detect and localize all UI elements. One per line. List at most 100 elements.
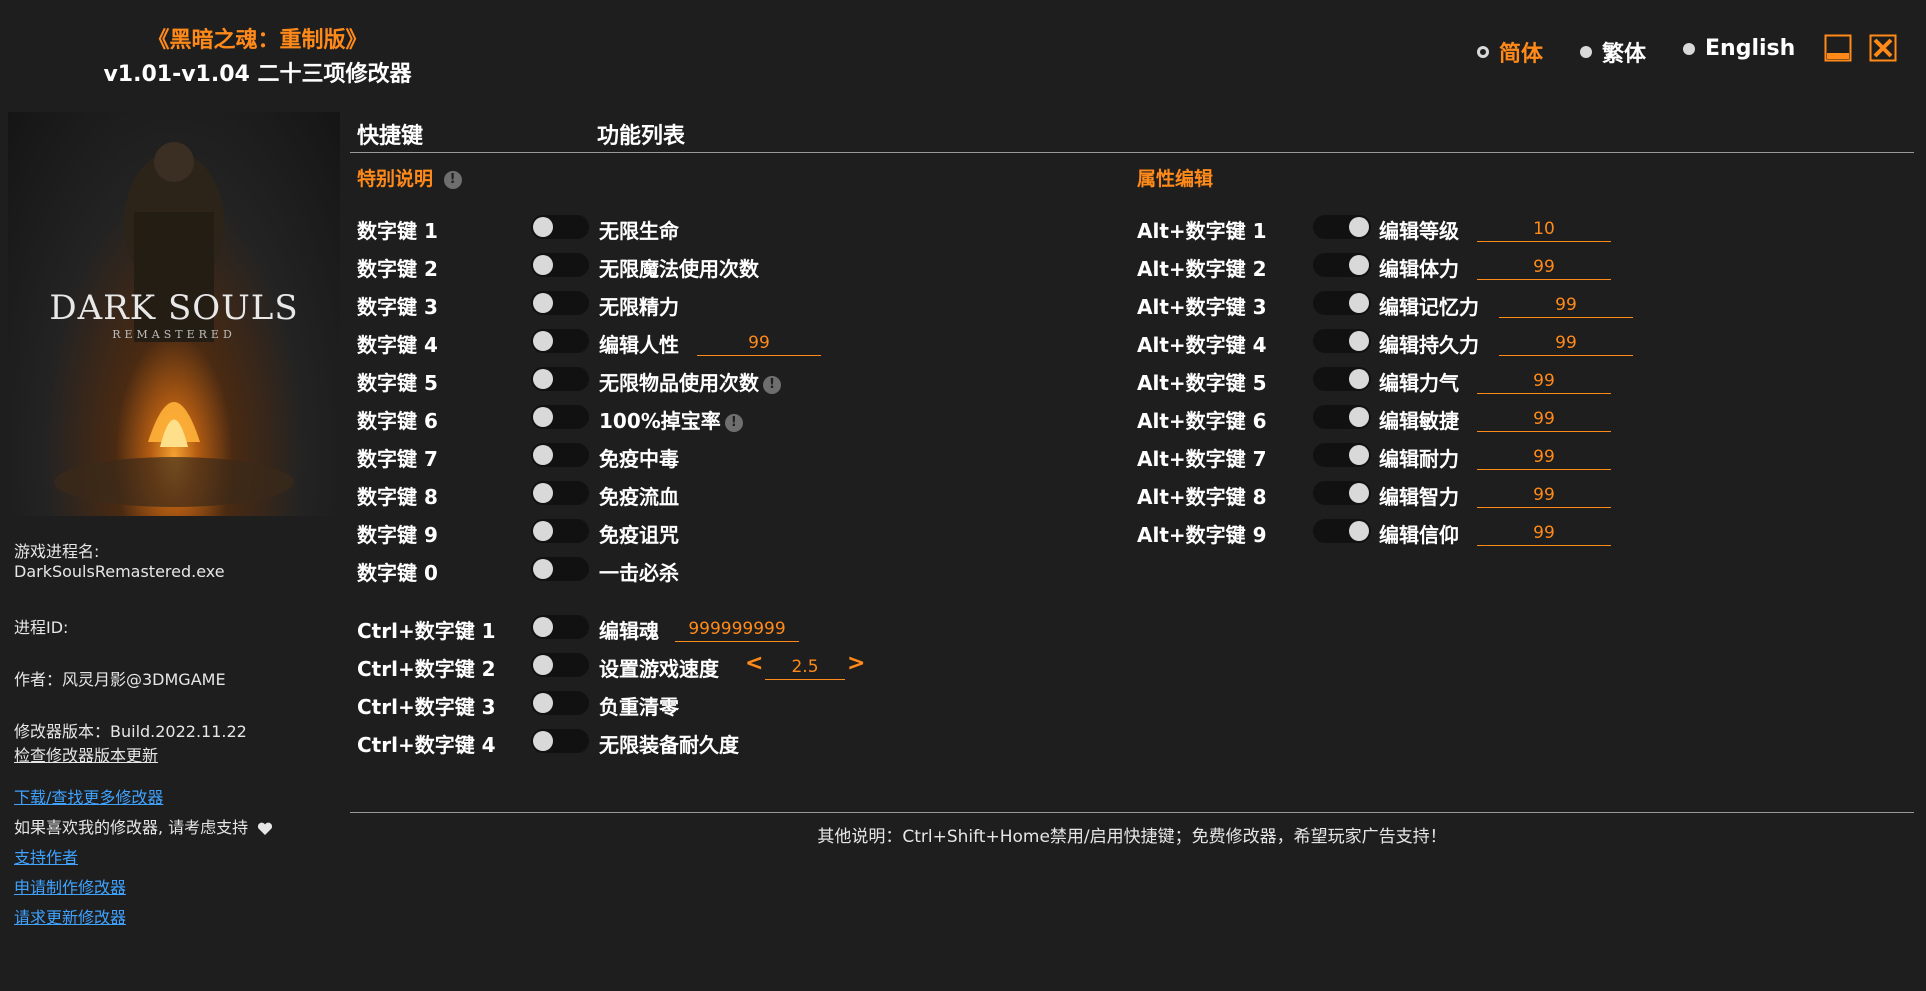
toggle-knob (533, 445, 553, 465)
increase-arrow-icon[interactable]: > (847, 651, 865, 676)
cheat-toggle[interactable] (531, 291, 589, 315)
toggle-knob (1349, 483, 1369, 503)
heart-icon (258, 822, 273, 835)
cheat-toggle[interactable] (531, 481, 589, 505)
value-input[interactable]: 99 (1477, 407, 1611, 432)
support-author-link[interactable]: 支持作者 (14, 844, 78, 868)
value-input[interactable]: 999999999 (675, 617, 799, 642)
value-input[interactable]: 99 (1477, 255, 1611, 280)
cheat-toggle[interactable] (531, 557, 589, 581)
info-icon[interactable]: ! (724, 413, 743, 432)
decrease-arrow-icon[interactable]: < (745, 651, 763, 676)
request-update-link[interactable]: 请求更新修改器 (14, 904, 126, 928)
toggle-knob (1349, 521, 1369, 541)
toggle-knob (533, 369, 553, 389)
process-value: DarkSoulsRemastered.exe (14, 562, 225, 581)
cheat-toggle[interactable] (531, 253, 589, 277)
cheat-label: 无限物品使用次数 (599, 371, 759, 395)
cheat-toggle[interactable] (531, 443, 589, 467)
hotkey-label: 数字键 6 (357, 409, 438, 433)
value-input[interactable]: 99 (1499, 331, 1633, 356)
toggle-knob (533, 731, 553, 751)
info-icon[interactable]: ! (443, 170, 462, 189)
value-input[interactable]: 99 (1477, 483, 1611, 508)
lang-label: 简体 (1499, 42, 1544, 67)
attr-toggle[interactable] (1313, 519, 1371, 543)
cheat-label: 无限魔法使用次数 (599, 257, 759, 281)
toggle-knob (533, 617, 553, 637)
cheat-toggle[interactable] (531, 729, 589, 753)
hotkey-label: Alt+数字键 2 (1137, 257, 1267, 281)
cheat-label: 编辑魂 (599, 619, 659, 643)
app-subtitle: v1.01-v1.04 二十三项修改器 (103, 62, 412, 87)
attr-toggle[interactable] (1313, 291, 1371, 315)
lang-simplified[interactable]: 简体 (1477, 36, 1543, 68)
check-update-link[interactable]: 检查修改器版本更新 (14, 742, 158, 766)
hotkey-label: 数字键 5 (357, 371, 438, 395)
cheat-label: 无限装备耐久度 (599, 733, 739, 757)
cheat-toggle[interactable] (531, 519, 589, 543)
hotkey-label: Ctrl+数字键 3 (357, 695, 496, 719)
value-input[interactable]: 99 (1477, 445, 1611, 470)
close-button[interactable] (1869, 34, 1897, 62)
cheat-toggle[interactable] (531, 615, 589, 639)
lang-english[interactable]: English (1683, 36, 1795, 61)
hotkey-label: Alt+数字键 6 (1137, 409, 1267, 433)
value-input[interactable]: 99 (1499, 293, 1633, 318)
download-more-link[interactable]: 下载/查找更多修改器 (14, 784, 163, 808)
toggle-knob (1349, 255, 1369, 275)
attr-toggle[interactable] (1313, 253, 1371, 277)
toggle-knob (533, 407, 553, 427)
cheat-toggle[interactable] (531, 653, 589, 677)
cheat-label: 编辑人性 (599, 333, 679, 357)
footer-divider (350, 812, 1914, 813)
cheat-toggle[interactable] (531, 691, 589, 715)
toggle-knob (1349, 293, 1369, 313)
info-icon[interactable]: ! (763, 375, 781, 394)
hotkey-label: Alt+数字键 7 (1137, 447, 1267, 471)
cheat-label-wrap: 无限物品使用次数! (599, 367, 781, 396)
lang-traditional[interactable]: 繁体 (1580, 36, 1646, 68)
toggle-knob (533, 293, 553, 313)
hotkey-label: Alt+数字键 9 (1137, 523, 1267, 547)
hotkey-label: Ctrl+数字键 4 (357, 733, 496, 757)
cheat-toggle[interactable] (531, 367, 589, 391)
request-trainer-link[interactable]: 申请制作修改器 (14, 874, 126, 898)
hotkey-label: Alt+数字键 5 (1137, 371, 1267, 395)
attr-label: 编辑等级 (1379, 219, 1459, 243)
attr-toggle[interactable] (1313, 367, 1371, 391)
features-header: 功能列表 (597, 124, 686, 149)
toggle-knob (1349, 445, 1369, 465)
cover-subtitle: REMASTERED (112, 328, 236, 341)
value-input[interactable]: 99 (697, 331, 821, 356)
cheat-toggle[interactable] (531, 329, 589, 353)
hotkey-label: 数字键 2 (357, 257, 438, 281)
minimize-button[interactable] (1824, 34, 1852, 62)
hotkey-label: 数字键 7 (357, 447, 438, 471)
toggle-knob (533, 331, 553, 351)
cheat-toggle[interactable] (531, 215, 589, 239)
cheat-toggle[interactable] (531, 405, 589, 429)
attr-toggle[interactable] (1313, 405, 1371, 429)
speed-input[interactable]: 2.5 (765, 655, 845, 680)
toggle-knob (533, 217, 553, 237)
attr-toggle[interactable] (1313, 215, 1371, 239)
attr-label: 编辑耐力 (1379, 447, 1459, 471)
toggle-knob (1349, 331, 1369, 351)
attr-toggle[interactable] (1313, 481, 1371, 505)
attr-toggle[interactable] (1313, 329, 1371, 353)
cheat-label: 无限生命 (599, 219, 679, 243)
value-input[interactable]: 99 (1477, 369, 1611, 394)
toggle-knob (1349, 217, 1369, 237)
value-input[interactable]: 99 (1477, 521, 1611, 546)
attr-toggle[interactable] (1313, 443, 1371, 467)
toggle-knob (533, 255, 553, 275)
version-text: 修改器版本：Build.2022.11.22 (14, 722, 247, 741)
header-divider (350, 152, 1914, 153)
support-text: 如果喜欢我的修改器, 请考虑支持 (14, 818, 249, 837)
app-title: 《黑暗之魂：重制版》 (147, 28, 368, 53)
cheat-label: 负重清零 (599, 695, 679, 719)
minimize-icon (1824, 34, 1852, 62)
value-input[interactable]: 10 (1477, 217, 1611, 242)
attr-label: 编辑信仰 (1379, 523, 1459, 547)
